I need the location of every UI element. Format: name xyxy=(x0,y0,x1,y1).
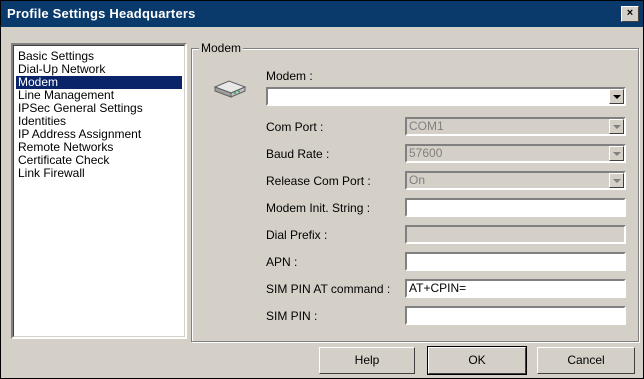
modem-group-label: Modem xyxy=(199,41,244,55)
com-port-value: COM1 xyxy=(409,119,444,133)
sim-pin-at-command-input[interactable]: AT+CPIN= xyxy=(405,279,626,298)
chevron-down-icon xyxy=(609,173,624,188)
sim-pin-label: SIM PIN : xyxy=(266,309,318,323)
settings-category-list[interactable]: Basic Settings Dial-Up Network Modem Lin… xyxy=(11,43,187,339)
title-bar[interactable]: Profile Settings Headquarters × xyxy=(1,1,643,27)
cancel-button[interactable]: Cancel xyxy=(537,347,635,374)
dial-prefix-label: Dial Prefix : xyxy=(266,228,328,242)
modem-select[interactable] xyxy=(266,87,626,106)
modem-init-string-input[interactable] xyxy=(405,198,626,217)
apn-input[interactable] xyxy=(405,252,626,271)
release-com-port-label: Release Com Port : xyxy=(266,174,371,188)
close-button[interactable]: × xyxy=(621,6,639,22)
chevron-down-icon xyxy=(609,119,624,134)
sim-pin-input[interactable] xyxy=(405,306,626,325)
chevron-down-icon xyxy=(609,146,624,161)
close-icon: × xyxy=(626,7,634,19)
profile-settings-dialog: Profile Settings Headquarters × Basic Se… xyxy=(0,0,644,379)
ok-button[interactable]: OK xyxy=(427,346,527,375)
release-com-port-value: On xyxy=(409,173,426,187)
com-port-select: COM1 xyxy=(405,117,626,136)
nav-item-link-firewall[interactable]: Link Firewall xyxy=(16,167,182,180)
baud-rate-value: 57600 xyxy=(409,146,443,160)
help-button[interactable]: Help xyxy=(319,347,415,374)
baud-rate-select: 57600 xyxy=(405,144,626,163)
chevron-down-icon[interactable] xyxy=(609,89,624,104)
apn-label: APN : xyxy=(266,255,298,269)
dial-prefix-input xyxy=(405,225,626,244)
modem-label: Modem : xyxy=(266,69,313,83)
window-title: Profile Settings Headquarters xyxy=(7,6,196,21)
modem-init-string-label: Modem Init. String : xyxy=(266,201,371,215)
modem-icon xyxy=(213,80,247,98)
com-port-label: Com Port : xyxy=(266,120,324,134)
release-com-port-select: On xyxy=(405,171,626,190)
baud-rate-label: Baud Rate : xyxy=(266,147,330,161)
sim-pin-at-command-label: SIM PIN AT command : xyxy=(266,282,391,296)
